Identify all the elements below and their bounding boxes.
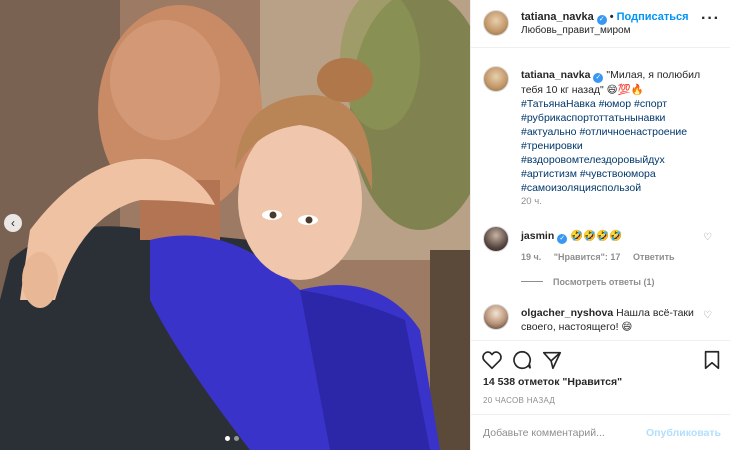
view-replies-label[interactable]: Посмотреть ответы (1) bbox=[553, 277, 654, 287]
post-photo[interactable]: ‹ bbox=[0, 0, 470, 450]
reply-button[interactable]: Ответить bbox=[633, 252, 675, 262]
replies-divider bbox=[521, 281, 543, 282]
comment-likes-count[interactable]: "Нравится": 17 bbox=[554, 252, 621, 262]
post-caption: tatiana_navka ✓ "Милая, я полюбил тебя 10… bbox=[521, 68, 721, 195]
comment-icon[interactable] bbox=[511, 349, 533, 371]
add-comment-bar: Опубликовать bbox=[471, 414, 730, 450]
instagram-post: ‹ tatiana_navka ✓ • Подписаться Любовь_прав… bbox=[0, 0, 730, 450]
comment-input[interactable] bbox=[483, 424, 633, 442]
verified-badge-icon: ✓ bbox=[596, 15, 607, 25]
hashtag-link[interactable]: #самоизоляцияспользой bbox=[521, 181, 721, 195]
comment-item: olgacher_nyshova Нашла всё-таки своего, … bbox=[521, 306, 706, 334]
carousel-indicator bbox=[225, 436, 239, 441]
separator-dot: • bbox=[609, 11, 614, 23]
caption-time: 20 ч. bbox=[521, 196, 542, 207]
heart-icon[interactable] bbox=[481, 349, 503, 371]
hashtag-link[interactable]: #тренировки bbox=[521, 139, 721, 153]
commenter-avatar[interactable] bbox=[483, 226, 509, 252]
hashtag-link[interactable]: #артистизм #чувствоюмора bbox=[521, 167, 721, 181]
hashtag-link[interactable]: #ТатьянаНавка #юмор #спорт bbox=[521, 97, 721, 111]
commenter-avatar[interactable] bbox=[483, 304, 509, 330]
comment-item: jasmin ✓ 🤣🤣🤣🤣 bbox=[521, 229, 706, 244]
comment-username[interactable]: olgacher_nyshova bbox=[521, 307, 613, 319]
follow-button[interactable]: Подписаться bbox=[617, 11, 689, 23]
post-timestamp[interactable]: 20 ЧАСОВ НАЗАД bbox=[483, 396, 555, 405]
verified-badge-icon: ✓ bbox=[557, 234, 568, 244]
bookmark-icon[interactable] bbox=[701, 349, 723, 371]
hashtag-link[interactable]: #вздоровомтелездоровыйдух bbox=[521, 153, 721, 167]
comment-time: 19 ч. bbox=[521, 252, 542, 262]
hashtag-link[interactable]: #рубрикаспортоттатьнынавки bbox=[521, 111, 721, 125]
likes-count[interactable]: 14 538 отметок "Нравится" bbox=[483, 376, 622, 388]
comment-text: 🤣🤣🤣🤣 bbox=[570, 230, 623, 242]
caption-username[interactable]: tatiana_navka bbox=[521, 69, 590, 81]
comment-username[interactable]: jasmin bbox=[521, 230, 554, 242]
action-bar bbox=[471, 340, 730, 376]
hashtag-link[interactable]: #актуально #отличноенастроение bbox=[521, 125, 721, 139]
previous-photo-button[interactable]: ‹ bbox=[4, 214, 22, 232]
comment-like-heart-icon[interactable]: ♡ bbox=[703, 232, 712, 243]
caption-author-avatar[interactable] bbox=[483, 66, 509, 92]
post-header: tatiana_navka ✓ • Подписаться Любовь_правит… bbox=[471, 0, 730, 48]
author-avatar[interactable] bbox=[483, 10, 509, 36]
author-line: tatiana_navka ✓ • Подписаться bbox=[521, 11, 689, 25]
photo-illustration bbox=[0, 0, 470, 450]
verified-badge-icon: ✓ bbox=[593, 73, 604, 83]
comment-like-heart-icon[interactable]: ♡ bbox=[703, 310, 712, 321]
comment-meta: 19 ч. "Нравится": 17 Ответить bbox=[521, 252, 685, 262]
carousel-dot bbox=[234, 436, 239, 441]
author-username[interactable]: tatiana_navka bbox=[521, 11, 594, 23]
post-sidebar: tatiana_navka ✓ • Подписаться Любовь_правит… bbox=[470, 0, 730, 450]
comments-section: tatiana_navka ✓ "Милая, я полюбил тебя 10… bbox=[471, 48, 730, 340]
more-options-icon[interactable]: ··· bbox=[701, 10, 720, 28]
share-icon[interactable] bbox=[541, 349, 563, 371]
carousel-dot-active bbox=[225, 436, 230, 441]
publish-button[interactable]: Опубликовать bbox=[646, 427, 721, 439]
view-replies-button[interactable]: Посмотреть ответы (1) bbox=[521, 277, 654, 287]
post-location[interactable]: Любовь_правит_миром bbox=[521, 25, 630, 36]
